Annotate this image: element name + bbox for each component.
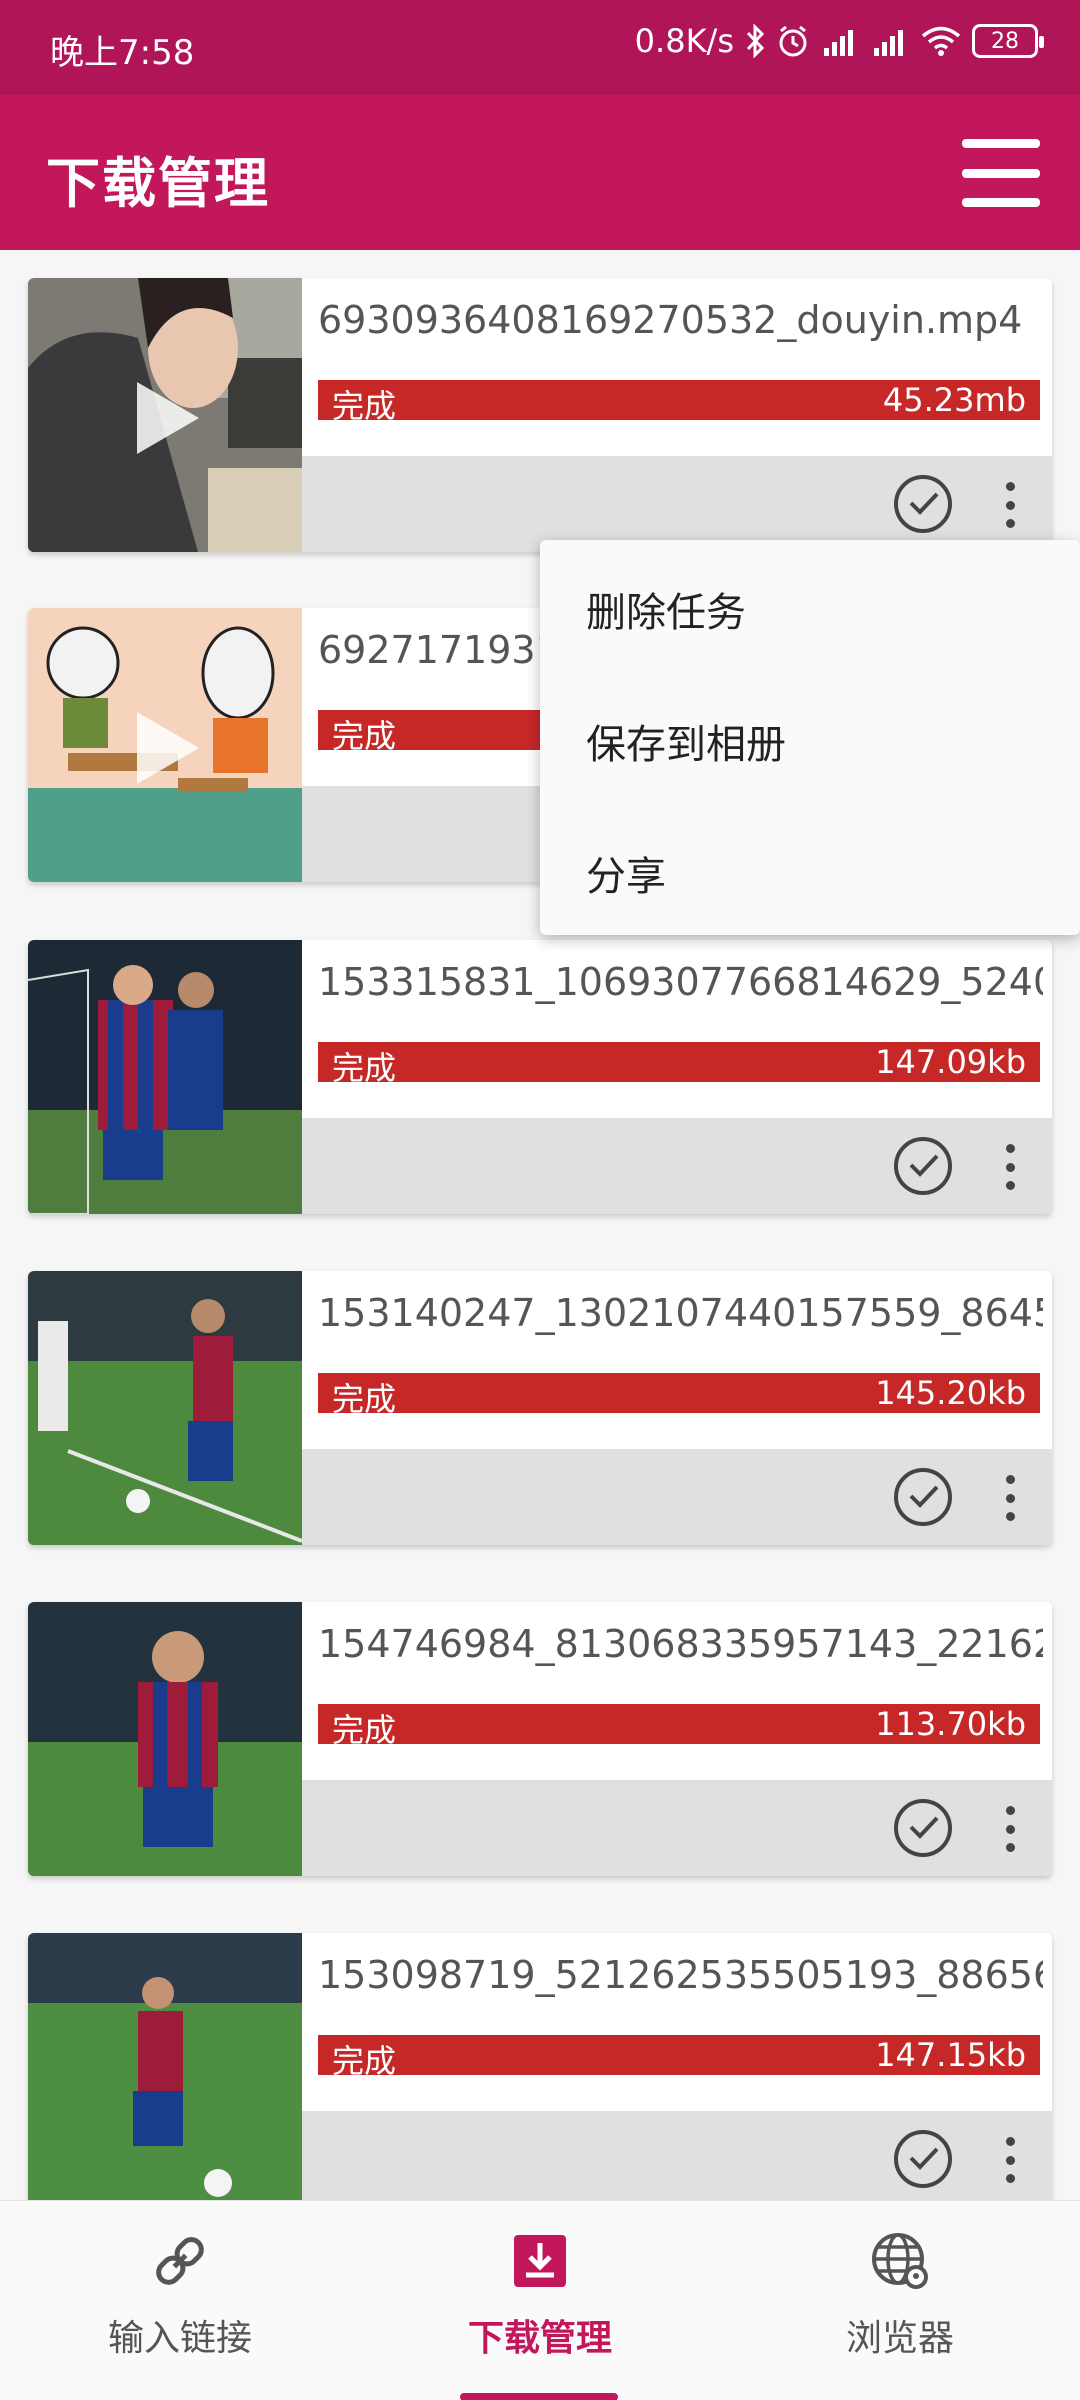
menu-item-share[interactable]: 分享 (540, 844, 1080, 976)
page-title: 下载管理 (46, 152, 270, 215)
globe-icon (872, 2233, 928, 2289)
network-speed: 0.8K/s (634, 22, 734, 60)
check-circle-icon[interactable] (894, 1799, 952, 1857)
app-bar: 下载管理 (0, 95, 1080, 250)
status-label: 完成 (332, 717, 397, 755)
file-size: 147.09kb (875, 1043, 1026, 1081)
status-bar: 晚上7:58 0.8K/s 28 (0, 0, 1080, 95)
image-thumbnail[interactable] (28, 940, 302, 1214)
progress-bar: 完成 147.15kb (318, 2035, 1040, 2080)
nav-item-browser[interactable]: 浏览器 (720, 2229, 1080, 2361)
more-vert-icon[interactable] (1004, 1144, 1016, 1190)
alarm-icon (779, 25, 807, 57)
check-circle-icon[interactable] (894, 1137, 952, 1195)
image-thumbnail[interactable] (28, 1602, 302, 1876)
item-actions (302, 1780, 1052, 1876)
file-size: 113.70kb (875, 1705, 1026, 1743)
status-label: 完成 (332, 2042, 397, 2080)
status-label: 完成 (332, 1049, 397, 1087)
status-icons: 0.8K/s 28 (634, 22, 1044, 60)
context-menu: 删除任务 保存到相册 分享 (540, 540, 1080, 935)
status-label: 完成 (332, 1380, 397, 1418)
nav-label: 下载管理 (467, 2318, 612, 2359)
file-size: 45.23mb (882, 381, 1026, 419)
nav-label: 浏览器 (845, 2318, 954, 2359)
status-time: 晚上7:58 (50, 33, 195, 73)
progress-bar: 完成 145.20kb (318, 1373, 1040, 1418)
check-circle-icon[interactable] (894, 475, 952, 533)
nav-label: 输入链接 (107, 2318, 252, 2359)
bluetooth-icon (746, 24, 765, 58)
download-item[interactable]: 6930936408169270532_douyin.mp4 完成 45.23m… (28, 278, 1052, 552)
wifi-icon (921, 26, 961, 56)
video-thumbnail[interactable] (28, 278, 302, 552)
more-vert-icon[interactable] (1004, 482, 1016, 528)
video-thumbnail[interactable] (28, 608, 302, 882)
link-icon (156, 2237, 204, 2285)
progress-bar: 完成 147.09kb (318, 1042, 1040, 1087)
active-tab-indicator (460, 2393, 618, 2400)
file-name: 154746984_813068335957143_221625 (318, 1622, 1043, 1666)
status-label: 完成 (332, 1711, 397, 1749)
battery-icon: 28 (972, 24, 1044, 58)
file-name: 153140247_1302107440157559_864575 (318, 1291, 1043, 1335)
signal-icon-1 (824, 30, 853, 56)
signal-icon-2 (874, 30, 903, 56)
play-icon (137, 712, 199, 784)
menu-item-save-to-album[interactable]: 保存到相册 (540, 712, 1080, 844)
menu-item-delete-task[interactable]: 删除任务 (540, 580, 1080, 712)
image-thumbnail[interactable] (28, 1933, 302, 2200)
download-item[interactable]: 153098719_521262535505193_886562 完成 147.… (28, 1933, 1052, 2200)
item-actions (302, 2111, 1052, 2200)
item-actions (302, 456, 1052, 552)
battery-level: 28 (991, 28, 1019, 54)
item-actions (302, 1118, 1052, 1214)
more-vert-icon[interactable] (1004, 1806, 1016, 1852)
nav-item-input-link[interactable]: 输入链接 (0, 2229, 360, 2361)
check-circle-icon[interactable] (894, 1468, 952, 1526)
download-item[interactable]: 154746984_813068335957143_221625 完成 113.… (28, 1602, 1052, 1876)
hamburger-menu-icon[interactable] (962, 139, 1040, 207)
download-icon (514, 2235, 566, 2287)
file-name: 153098719_521262535505193_886562 (318, 1953, 1043, 1997)
download-item[interactable]: 153315831_1069307766814629_52404 完成 147.… (28, 940, 1052, 1214)
more-vert-icon[interactable] (1004, 2137, 1016, 2183)
bottom-nav: 输入链接 下载管理 浏览器 (0, 2200, 1080, 2400)
image-thumbnail[interactable] (28, 1271, 302, 1545)
more-vert-icon[interactable] (1004, 1475, 1016, 1521)
nav-item-download-manager[interactable]: 下载管理 (360, 2229, 720, 2361)
progress-bar: 完成 45.23mb (318, 380, 1040, 425)
play-icon (137, 382, 199, 454)
download-item[interactable]: 153140247_1302107440157559_864575 完成 145… (28, 1271, 1052, 1545)
file-size: 147.15kb (875, 2036, 1026, 2074)
item-actions (302, 1449, 1052, 1545)
progress-bar: 完成 113.70kb (318, 1704, 1040, 1749)
file-name: 6930936408169270532_douyin.mp4 (318, 298, 1023, 342)
status-label: 完成 (332, 387, 397, 425)
file-size: 145.20kb (875, 1374, 1026, 1412)
check-circle-icon[interactable] (894, 2130, 952, 2188)
